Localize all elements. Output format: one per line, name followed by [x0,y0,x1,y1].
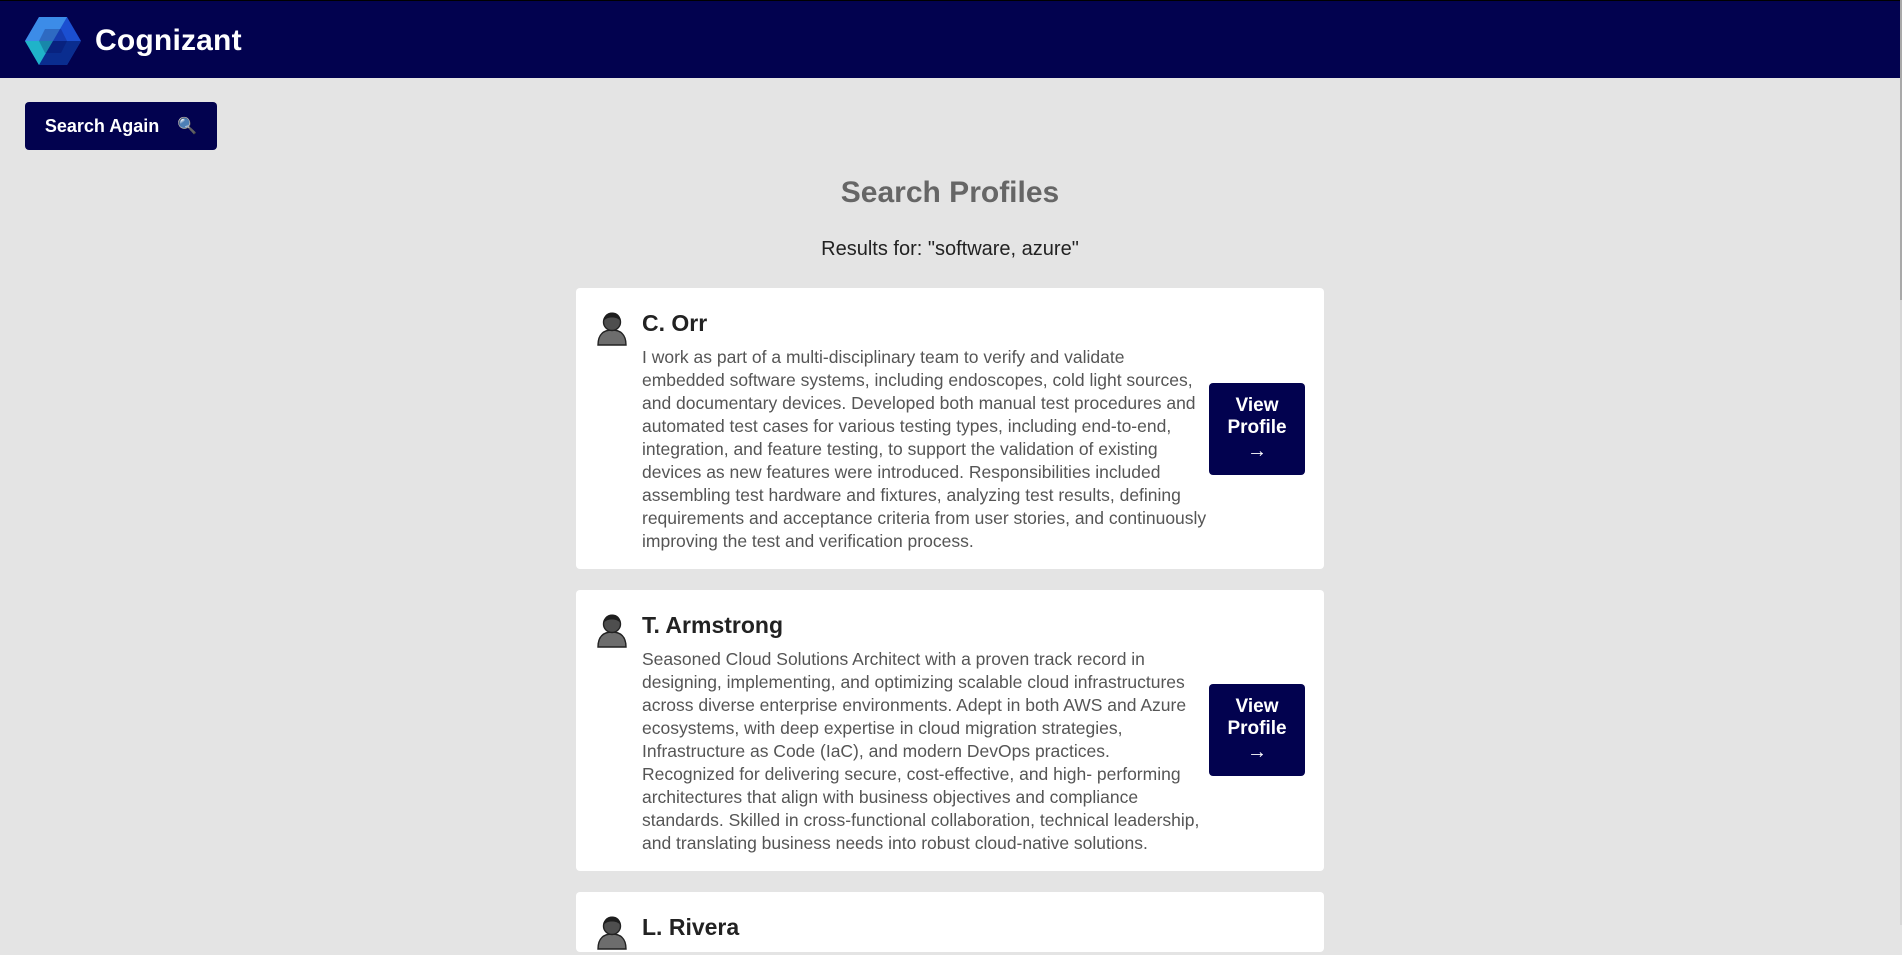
profile-card: L. Rivera [576,892,1324,952]
person-icon [596,612,628,648]
view-profile-label-line1: View [1235,696,1279,717]
view-profile-label-line2: Profile [1227,718,1287,739]
profile-summary: Seasoned Cloud Solutions Architect with … [642,649,1200,853]
search-again-label: Search Again [44,115,160,136]
arrow-right-icon: → [1247,741,1267,763]
profile-card: C. Orr I work as part of a multi-discipl… [576,288,1324,569]
search-icon: 🔍 [177,118,198,135]
profile-name: T. Armstrong [642,612,783,638]
cognizant-logo-icon [25,15,83,67]
profile-name: L. Rivera [642,914,740,940]
person-icon [596,310,628,346]
profile-card: T. Armstrong Seasoned Cloud Solutions Ar… [576,590,1324,871]
page-title: Search Profiles [840,176,1060,209]
person-icon [596,914,628,950]
profile-summary: I work as part of a multi-disciplinary t… [642,347,1207,551]
profile-name: C. Orr [642,310,708,336]
view-profile-label-line1: View [1235,395,1279,416]
view-profile-button[interactable]: View Profile → [1209,684,1305,776]
brand[interactable]: Cognizant [25,15,242,67]
arrow-right-icon: → [1247,440,1267,462]
brand-name: Cognizant [95,24,242,57]
view-profile-label-line2: Profile [1227,417,1287,438]
view-profile-button[interactable]: View Profile → [1209,383,1305,475]
results-query-text: Results for: "software, azure" [821,238,1079,260]
top-navigation-bar: Cognizant [0,0,1900,78]
search-again-button[interactable]: Search Again 🔍 [25,102,217,150]
